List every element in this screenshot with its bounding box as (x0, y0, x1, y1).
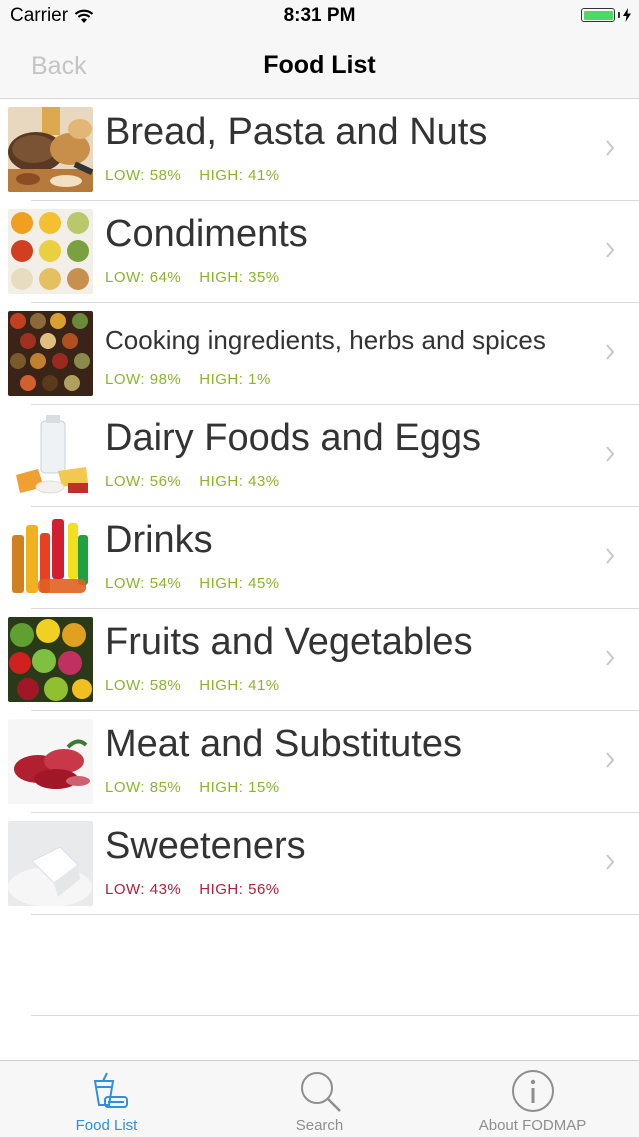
food-list-icon (93, 1072, 128, 1108)
search-icon (300, 1072, 341, 1112)
fruits-image (8, 617, 93, 702)
fodmap-stats: LOW: 64% HIGH: 35% (105, 269, 280, 286)
chevron-right-icon (606, 548, 615, 564)
chevron-right-icon (606, 752, 615, 768)
fodmap-stats: LOW: 98% HIGH: 1% (105, 371, 271, 388)
tab-bar: Food List Search About FODMAP (0, 1060, 639, 1137)
status-bar: Carrier 8:31 PM (0, 0, 639, 32)
fodmap-stats: LOW: 58% HIGH: 41% (105, 677, 280, 694)
battery-indicator (581, 8, 631, 22)
spices-image (8, 311, 93, 396)
category-title: Bread, Pasta and Nuts (105, 111, 488, 153)
high-percentage: HIGH: 43% (199, 473, 280, 490)
low-percentage: LOW: 43% (105, 881, 182, 898)
low-percentage: LOW: 58% (105, 167, 182, 184)
sugar-image (8, 821, 93, 906)
fodmap-stats: LOW: 43% HIGH: 56% (105, 881, 280, 898)
tab-about-fodmap[interactable]: About FODMAP (426, 1061, 639, 1137)
battery-icon (581, 8, 615, 22)
page-title: Food List (263, 51, 376, 79)
category-row-dairy[interactable]: Dairy Foods and Eggs LOW: 56% HIGH: 43% (0, 405, 639, 507)
meat-image (8, 719, 93, 804)
category-row-fruits[interactable]: Fruits and Vegetables LOW: 58% HIGH: 41% (0, 609, 639, 711)
category-row-drinks[interactable]: Drinks LOW: 54% HIGH: 45% (0, 507, 639, 609)
clock: 8:31 PM (283, 5, 356, 26)
bread-image (8, 107, 93, 192)
category-title: Dairy Foods and Eggs (105, 417, 481, 459)
tab-label: About FODMAP (478, 1117, 587, 1134)
chevron-right-icon (606, 650, 615, 666)
high-percentage: HIGH: 41% (199, 677, 280, 694)
high-percentage: HIGH: 1% (199, 371, 271, 388)
charging-bolt-icon (623, 8, 631, 22)
category-row-bread[interactable]: Bread, Pasta and Nuts LOW: 58% HIGH: 41% (0, 99, 639, 201)
chevron-right-icon (606, 446, 615, 462)
tab-search[interactable]: Search (213, 1061, 426, 1137)
low-percentage: LOW: 58% (105, 677, 182, 694)
fodmap-stats: LOW: 56% HIGH: 43% (105, 473, 280, 490)
high-percentage: HIGH: 56% (199, 881, 280, 898)
category-title: Condiments (105, 213, 308, 255)
tab-label: Search (295, 1117, 344, 1134)
dairy-image (8, 413, 93, 498)
low-percentage: LOW: 56% (105, 473, 182, 490)
category-title: Fruits and Vegetables (105, 621, 473, 663)
tab-food-list[interactable]: Food List (0, 1061, 213, 1137)
category-row-spices[interactable]: Cooking ingredients, herbs and spices LO… (0, 303, 639, 405)
fodmap-stats: LOW: 54% HIGH: 45% (105, 575, 280, 592)
chevron-right-icon (606, 140, 615, 156)
tab-label: Food List (75, 1117, 138, 1134)
low-percentage: LOW: 98% (105, 371, 182, 388)
category-title: Meat and Substitutes (105, 723, 462, 765)
high-percentage: HIGH: 35% (199, 269, 280, 286)
condiments-image (8, 209, 93, 294)
food-category-list: Bread, Pasta and Nuts LOW: 58% HIGH: 41% (0, 99, 639, 915)
chevron-right-icon (606, 344, 615, 360)
category-row-condiments[interactable]: Condiments LOW: 64% HIGH: 35% (0, 201, 639, 303)
category-title: Sweeteners (105, 825, 306, 867)
navigation-bar: Back Food List (0, 32, 639, 99)
chevron-right-icon (606, 854, 615, 870)
high-percentage: HIGH: 41% (199, 167, 280, 184)
high-percentage: HIGH: 45% (199, 575, 280, 592)
chevron-right-icon (606, 242, 615, 258)
empty-row-separator (31, 1015, 639, 1016)
low-percentage: LOW: 54% (105, 575, 182, 592)
fodmap-stats: LOW: 58% HIGH: 41% (105, 167, 280, 184)
category-title: Cooking ingredients, herbs and spices (105, 325, 546, 355)
low-percentage: LOW: 85% (105, 779, 182, 796)
category-row-sweeteners[interactable]: Sweeteners LOW: 43% HIGH: 56% (0, 813, 639, 915)
low-percentage: LOW: 64% (105, 269, 182, 286)
category-row-meat[interactable]: Meat and Substitutes LOW: 85% HIGH: 15% (0, 711, 639, 813)
drinks-image (8, 515, 93, 600)
category-title: Drinks (105, 519, 213, 561)
high-percentage: HIGH: 15% (199, 779, 280, 796)
fodmap-stats: LOW: 85% HIGH: 15% (105, 779, 280, 796)
info-icon (511, 1070, 554, 1112)
